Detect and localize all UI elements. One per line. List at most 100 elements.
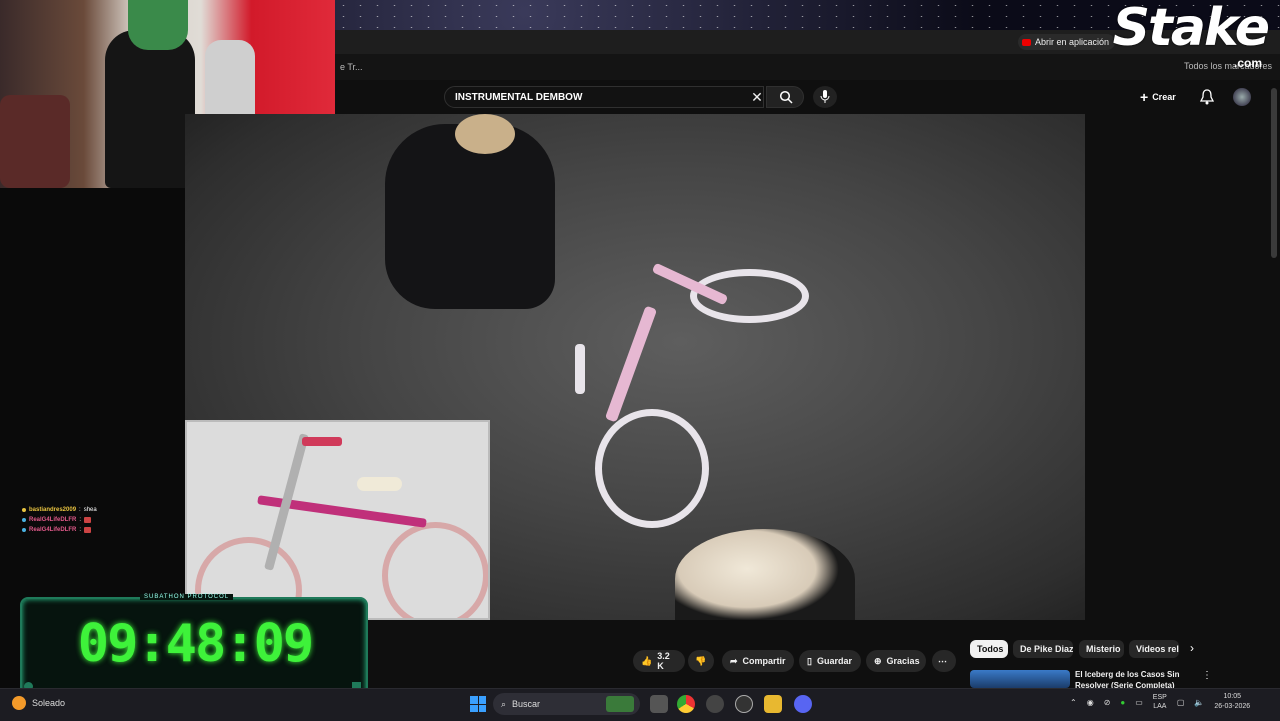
inset-bike-front-wheel [382,522,488,618]
stream-chat: bastiandres2009 : shea RealG4LifeDLFR : … [22,505,182,535]
webcam-gaming-chair [105,30,195,188]
chat-username: RealG4LifeDLFR [29,517,77,523]
chat-badge-icon [22,528,26,532]
bookmark-icon: ▯ [807,655,812,666]
page-scrollbar[interactable] [1271,88,1277,258]
chip-channel[interactable]: De Pike Diaz [1013,640,1073,658]
stake-logo: Stake [1112,0,1270,58]
youtube-icon [1021,38,1031,46]
chat-separator: : [79,517,82,523]
taskbar-clock[interactable]: 10:05 26-03-2026 [1214,692,1250,712]
chat-message: bastiandres2009 : shea [22,505,182,515]
discord-icon[interactable] [794,695,812,713]
subathon-label: SUBATHON PROTOCOL [140,594,234,600]
share-button[interactable]: ➦ Compartir [722,650,794,672]
save-button[interactable]: ▯ Guardar [799,650,861,672]
windows-start-icon[interactable] [470,696,486,712]
webcam-sofa [0,95,70,188]
search-icon [779,90,793,104]
chip-all[interactable]: Todos [970,640,1008,658]
thanks-button[interactable]: ⊕ Gracias [866,650,926,672]
chat-separator: : [79,507,81,513]
chat-text: shea [83,507,97,513]
search-input[interactable]: INSTRUMENTAL DEMBOW [444,86,764,108]
recommended-menu-icon[interactable]: ⋮ [1202,670,1212,681]
share-label: Compartir [742,656,786,666]
create-label: Crear [1152,92,1176,102]
more-icon: ⋯ [938,655,947,666]
search-icon: ⌕ [501,698,507,709]
thumbs-up-icon: 👍 [641,655,653,666]
chat-badge-icon [22,508,26,512]
stake-logo-suffix: .com [1233,56,1262,70]
recommended-thumbnail[interactable] [970,670,1070,688]
chevron-up-icon[interactable]: ⌃ [1070,698,1077,707]
save-label: Guardar [816,656,852,666]
video-bike-handlebar [575,344,585,394]
video-side-area [1085,114,1270,620]
chat-username: bastiandres2009 [29,507,77,513]
language-indicator[interactable]: ESP LAA [1153,693,1167,711]
dislike-button[interactable]: 👎 [688,650,714,672]
search-button[interactable] [766,86,804,108]
share-icon: ➦ [730,655,738,666]
volume-icon[interactable]: 🔈 [1194,698,1204,707]
open-in-app-label: Abrir en aplicación [1034,37,1109,47]
more-actions-button[interactable]: ⋯ [932,650,956,672]
task-view-icon[interactable] [650,695,668,713]
voice-search-button[interactable] [813,86,837,108]
clock-date: 26-03-2026 [1214,703,1251,710]
video-bike-rear-wheel [595,409,709,528]
dollar-icon: ⊕ [874,655,882,666]
network-icon[interactable]: ⊘ [1104,698,1111,707]
chat-message: RealG4LifeDLFR : [22,515,182,525]
search-highlight-icon [606,696,634,712]
thumbs-down-icon: 👎 [695,655,707,666]
hdmi-icon[interactable]: ▭ [1135,698,1143,707]
file-explorer-icon[interactable] [764,695,782,713]
bookmark-item[interactable]: e Tr... [340,62,363,72]
app-icon[interactable] [706,695,724,713]
bike-photo-inset [185,420,490,620]
chevron-right-icon[interactable]: › [1190,641,1194,655]
open-in-app-button[interactable]: Abrir en aplicación [1017,34,1115,50]
user-avatar[interactable] [1233,88,1251,106]
notifications-bell-icon[interactable] [1199,89,1216,105]
chat-message: RealG4LifeDLFR : [22,525,182,535]
webcam-person [128,0,188,50]
inset-bike-handlebar [302,437,342,446]
chat-emote-icon [84,527,92,533]
language-primary: ESP [1152,694,1167,701]
microphone-icon [820,90,830,103]
chat-badge-icon [22,518,26,522]
chrome-icon[interactable] [677,695,695,713]
video-hat-figure [675,529,855,620]
plus-icon: + [1140,89,1149,105]
taskbar-search-label: Buscar [512,699,541,709]
like-button[interactable]: 👍 3.2 K [633,650,685,672]
display-icon[interactable]: ▢ [1177,698,1185,707]
taskbar-search[interactable]: ⌕ Buscar [493,693,640,715]
create-button[interactable]: + Crear [1140,89,1176,105]
video-bike-frame [604,305,658,423]
recommended-title[interactable]: El Iceberg de los Casos Sin Resolver (Se… [1075,669,1185,688]
like-count: 3.2 K [657,651,670,671]
chip-mystery[interactable]: Misterio [1079,640,1124,658]
discord-tray-icon[interactable]: ◉ [1087,698,1094,707]
weather-widget[interactable]: Soleado [12,696,65,710]
media-player-icon[interactable] [735,695,753,713]
chat-emote-icon [84,517,92,523]
language-secondary: LAA [1153,703,1167,710]
chat-username: RealG4LifeDLFR [29,527,77,533]
subathon-timer: 09:48:09 [77,614,314,674]
inset-bike-seat [357,477,402,491]
video-officer-figure [385,124,555,309]
thanks-label: Gracias [886,656,920,666]
clear-search-icon[interactable]: ✕ [748,88,766,106]
clock-time: 10:05 [1223,693,1242,700]
sun-icon [12,696,26,710]
microphone-tray-icon[interactable]: ● [1120,698,1125,707]
chip-related[interactable]: Videos rela [1129,640,1179,658]
weather-label: Soleado [32,698,66,708]
video-officer-head [455,114,515,154]
